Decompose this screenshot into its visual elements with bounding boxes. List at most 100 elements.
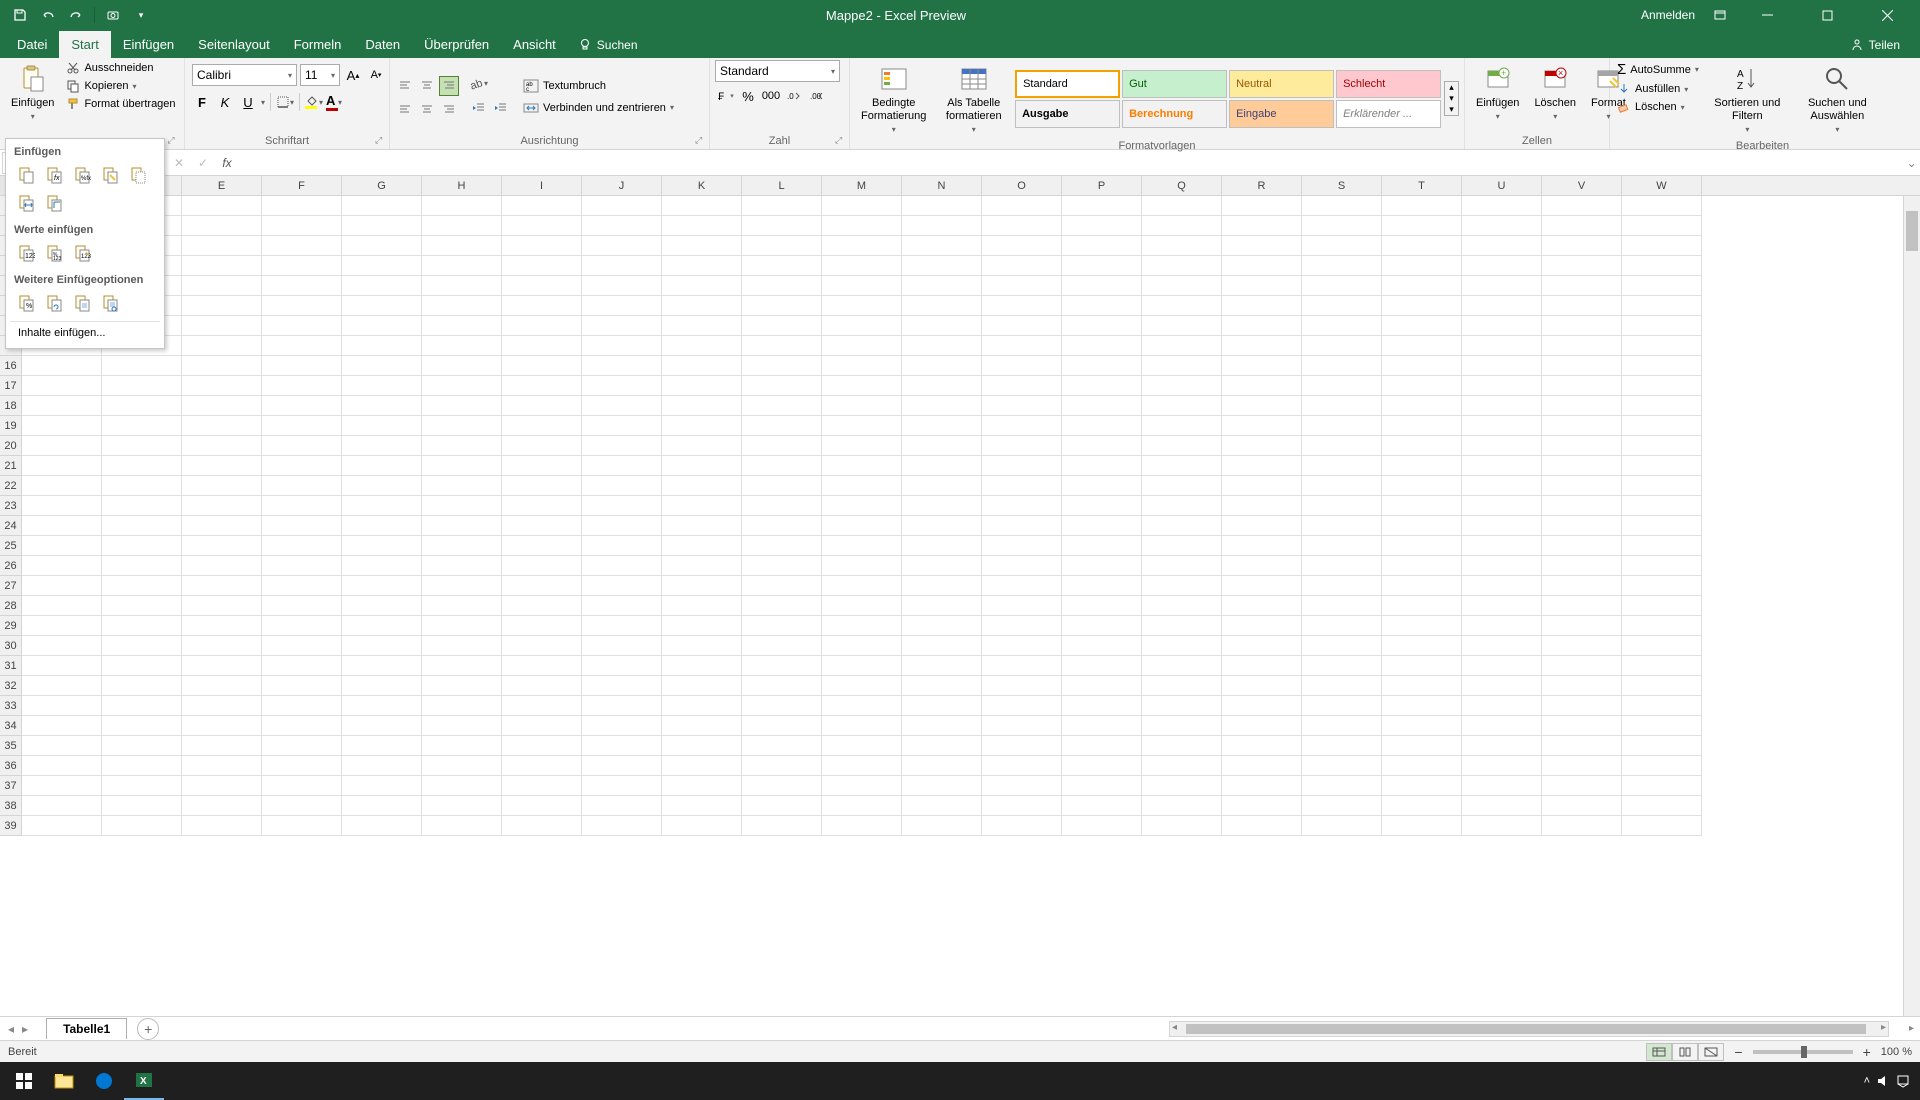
- cell[interactable]: [662, 256, 742, 276]
- cell[interactable]: [182, 816, 262, 836]
- cell[interactable]: [742, 416, 822, 436]
- cell[interactable]: [502, 696, 582, 716]
- format-as-table-button[interactable]: Als Tabelle formatieren▾: [935, 60, 1012, 138]
- cell[interactable]: [1542, 796, 1622, 816]
- cell[interactable]: [22, 376, 102, 396]
- ribbon-display-icon[interactable]: [1710, 5, 1730, 25]
- cell[interactable]: [902, 276, 982, 296]
- cell[interactable]: [1222, 416, 1302, 436]
- cell[interactable]: [582, 716, 662, 736]
- cell[interactable]: [1222, 496, 1302, 516]
- underline-button[interactable]: U: [238, 92, 258, 112]
- cell[interactable]: [582, 776, 662, 796]
- cell[interactable]: [262, 336, 342, 356]
- cell[interactable]: [102, 776, 182, 796]
- cell[interactable]: [982, 696, 1062, 716]
- cell[interactable]: [742, 256, 822, 276]
- sort-filter-button[interactable]: AZSortieren und Filtern▾: [1704, 60, 1791, 138]
- cell[interactable]: [1302, 496, 1382, 516]
- notifications-icon[interactable]: [1896, 1074, 1910, 1088]
- cell[interactable]: [982, 576, 1062, 596]
- cell[interactable]: [262, 296, 342, 316]
- cell[interactable]: [1062, 276, 1142, 296]
- cell[interactable]: [342, 796, 422, 816]
- cell[interactable]: [262, 376, 342, 396]
- cell[interactable]: [422, 636, 502, 656]
- cell[interactable]: [1462, 796, 1542, 816]
- cell[interactable]: [1542, 736, 1622, 756]
- cell[interactable]: [422, 476, 502, 496]
- column-header[interactable]: W: [1622, 176, 1702, 195]
- cell[interactable]: [1382, 376, 1462, 396]
- cell[interactable]: [662, 276, 742, 296]
- cell[interactable]: [102, 696, 182, 716]
- cell[interactable]: [1382, 796, 1462, 816]
- cell[interactable]: [342, 316, 422, 336]
- cell[interactable]: [342, 196, 422, 216]
- cell[interactable]: [422, 756, 502, 776]
- tab-formeln[interactable]: Formeln: [282, 31, 354, 58]
- formula-input[interactable]: [242, 152, 1903, 174]
- cell[interactable]: [1222, 236, 1302, 256]
- cell[interactable]: [102, 376, 182, 396]
- cell[interactable]: [502, 536, 582, 556]
- cell[interactable]: [822, 496, 902, 516]
- cell[interactable]: [1462, 416, 1542, 436]
- gallery-up[interactable]: ▴: [1445, 82, 1458, 93]
- cell[interactable]: [422, 296, 502, 316]
- cell[interactable]: [102, 796, 182, 816]
- cell[interactable]: [1302, 556, 1382, 576]
- paste-formatting-icon[interactable]: %: [14, 291, 38, 315]
- cell[interactable]: [1142, 496, 1222, 516]
- cell[interactable]: [102, 596, 182, 616]
- cell[interactable]: [182, 356, 262, 376]
- conditional-formatting-button[interactable]: Bedingte Formatierung▾: [855, 60, 932, 138]
- row-header[interactable]: 31: [0, 656, 21, 676]
- new-sheet-button[interactable]: +: [137, 1018, 159, 1040]
- cell[interactable]: [1302, 256, 1382, 276]
- cell[interactable]: [1382, 336, 1462, 356]
- cell[interactable]: [662, 696, 742, 716]
- cell[interactable]: [1462, 196, 1542, 216]
- cell[interactable]: [102, 436, 182, 456]
- row-header[interactable]: 35: [0, 736, 21, 756]
- cell[interactable]: [262, 676, 342, 696]
- align-bottom-center[interactable]: [417, 98, 437, 118]
- cell[interactable]: [422, 376, 502, 396]
- cell[interactable]: [742, 516, 822, 536]
- cell[interactable]: [502, 216, 582, 236]
- row-header[interactable]: 16: [0, 356, 21, 376]
- cell[interactable]: [662, 676, 742, 696]
- cell[interactable]: [102, 516, 182, 536]
- cell[interactable]: [1382, 516, 1462, 536]
- cell[interactable]: [1382, 756, 1462, 776]
- cell[interactable]: [342, 736, 422, 756]
- row-header[interactable]: 25: [0, 536, 21, 556]
- cell[interactable]: [1062, 356, 1142, 376]
- cell[interactable]: [182, 276, 262, 296]
- cell[interactable]: [1222, 336, 1302, 356]
- style-ausgabe[interactable]: Ausgabe: [1015, 100, 1120, 128]
- cell[interactable]: [422, 456, 502, 476]
- cell[interactable]: [1062, 256, 1142, 276]
- paste-transpose-icon[interactable]: [42, 191, 66, 215]
- cell[interactable]: [822, 716, 902, 736]
- cell[interactable]: [1462, 616, 1542, 636]
- cell[interactable]: [342, 596, 422, 616]
- cell[interactable]: [1062, 716, 1142, 736]
- cell[interactable]: [502, 416, 582, 436]
- cell[interactable]: [1062, 576, 1142, 596]
- cell[interactable]: [822, 736, 902, 756]
- cell[interactable]: [262, 696, 342, 716]
- tell-me-search[interactable]: Suchen: [568, 32, 648, 58]
- cell[interactable]: [1622, 736, 1702, 756]
- cell[interactable]: [22, 696, 102, 716]
- cell[interactable]: [1462, 396, 1542, 416]
- cell[interactable]: [342, 476, 422, 496]
- cell[interactable]: [662, 356, 742, 376]
- cell[interactable]: [982, 236, 1062, 256]
- cell[interactable]: [902, 416, 982, 436]
- cell[interactable]: [1302, 616, 1382, 636]
- cell[interactable]: [822, 656, 902, 676]
- cell[interactable]: [742, 496, 822, 516]
